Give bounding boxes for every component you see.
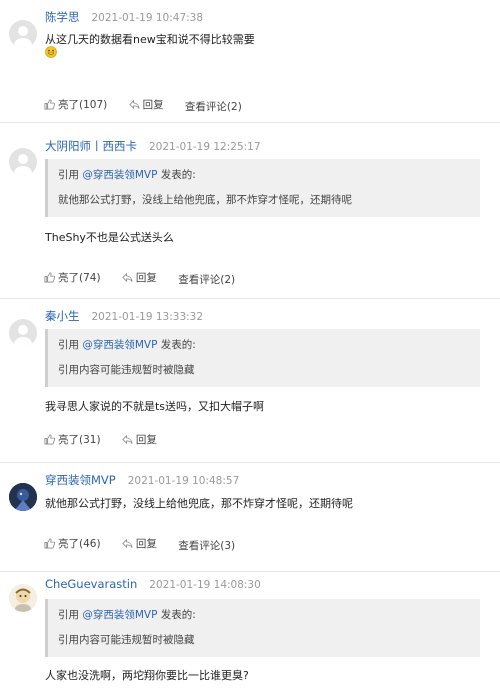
view-comments-link[interactable]: 查看评论(3) bbox=[178, 538, 235, 553]
reply-button[interactable]: 回复 bbox=[122, 536, 157, 551]
quote-header: 引用 @穿西装领MVP 发表的: bbox=[58, 609, 196, 621]
action-bar: 亮了(74) 回复 查看评论(2) bbox=[44, 270, 253, 287]
action-bar: 亮了(31) 回复 bbox=[44, 432, 175, 448]
avatar[interactable] bbox=[9, 20, 37, 48]
view-comments-link[interactable]: 查看评论(2) bbox=[178, 272, 235, 287]
comment-item: CheGuevarastin 2021-01-19 14:08:30 引用 @穿西… bbox=[0, 572, 500, 694]
quoted-user-link[interactable]: @穿西装领MVP bbox=[82, 169, 157, 181]
view-comments-link[interactable]: 查看评论(2) bbox=[185, 99, 242, 114]
username[interactable]: 大阴阳师丨西西卡 2021-01-19 12:25:17 bbox=[45, 138, 261, 154]
reply-arrow-icon bbox=[122, 538, 133, 549]
action-bar: 亮了(107) 回复 查看评论(2) bbox=[44, 97, 260, 114]
quoted-user-link[interactable]: @穿西装领MVP bbox=[82, 339, 157, 351]
avatar[interactable] bbox=[9, 148, 37, 176]
timestamp: 2021-01-19 10:47:38 bbox=[91, 12, 204, 24]
thumbs-up-icon bbox=[44, 538, 55, 549]
timestamp: 2021-01-19 10:48:57 bbox=[127, 475, 240, 487]
reply-arrow-icon bbox=[122, 434, 133, 445]
username[interactable]: 陈学思 2021-01-19 10:47:38 bbox=[45, 9, 203, 25]
avatar[interactable] bbox=[9, 584, 37, 612]
username[interactable]: 穿西装领MVP 2021-01-19 10:48:57 bbox=[45, 472, 239, 488]
quote-block: 引用 @穿西装领MVP 发表的: 引用内容可能违规暂时被隐藏 bbox=[45, 599, 480, 657]
comment-item: 秦小生 2021-01-19 13:33:32 引用 @穿西装领MVP 发表的: … bbox=[0, 299, 500, 463]
avatar[interactable] bbox=[9, 483, 37, 511]
timestamp: 2021-01-19 12:25:17 bbox=[149, 141, 261, 153]
comment-item: 大阴阳师丨西西卡 2021-01-19 12:25:17 引用 @穿西装领MVP … bbox=[0, 123, 500, 299]
like-button[interactable]: 亮了(74) bbox=[44, 270, 101, 285]
quote-header: 引用 @穿西装领MVP 发表的: bbox=[58, 169, 196, 181]
comment-text: TheShy不也是公式送头么 bbox=[45, 231, 174, 244]
thumbs-up-icon bbox=[44, 99, 55, 110]
quote-text: 引用内容可能违规暂时被隐藏 bbox=[58, 634, 195, 646]
comment-item: 陈学思 2021-01-19 10:47:38 从这几天的数据看new宝和说不得比… bbox=[0, 0, 500, 123]
username[interactable]: 秦小生 2021-01-19 13:33:32 bbox=[45, 308, 203, 324]
comment-text: 我寻思人家说的不就是ts送吗，又扣大帽子啊 bbox=[45, 400, 265, 413]
comment-text: 人家也没洗啊，两坨翔你要比一比谁更臭? bbox=[45, 669, 249, 682]
quoted-user-link[interactable]: @穿西装领MVP bbox=[82, 609, 157, 621]
quote-block: 引用 @穿西装领MVP 发表的: 引用内容可能违规暂时被隐藏 bbox=[45, 329, 480, 387]
reply-arrow-icon bbox=[128, 99, 140, 110]
reply-arrow-icon bbox=[122, 272, 133, 283]
comment-item: 穿西装领MVP 2021-01-19 10:48:57 就他那公式打野，没线上给他… bbox=[0, 463, 500, 572]
like-button[interactable]: 亮了(31) bbox=[44, 432, 101, 447]
comment-text: 就他那公式打野，没线上给他兜底，那不炸穿才怪呢，还期待呢 bbox=[45, 497, 353, 510]
thumbs-up-icon bbox=[44, 272, 55, 283]
timestamp: 2021-01-19 14:08:30 bbox=[149, 579, 261, 591]
comment-text: 从这几天的数据看new宝和说不得比较需要 bbox=[45, 33, 255, 46]
like-button[interactable]: 亮了(46) bbox=[44, 536, 101, 551]
thumbs-up-icon bbox=[44, 434, 55, 445]
action-bar: 亮了(46) 回复 查看评论(3) bbox=[44, 536, 253, 553]
quote-block: 引用 @穿西装领MVP 发表的: 就他那公式打野，没线上给他兜底，那不炸穿才怪呢… bbox=[45, 159, 480, 217]
timestamp: 2021-01-19 13:33:32 bbox=[91, 311, 204, 323]
reply-button[interactable]: 回复 bbox=[128, 97, 164, 112]
quote-text: 就他那公式打野，没线上给他兜底，那不炸穿才怪呢，还期待呢 bbox=[58, 194, 352, 206]
reply-button[interactable]: 回复 bbox=[122, 432, 157, 447]
like-button[interactable]: 亮了(107) bbox=[44, 97, 107, 112]
reply-button[interactable]: 回复 bbox=[122, 270, 157, 285]
quote-text: 引用内容可能违规暂时被隐藏 bbox=[58, 364, 195, 376]
avatar[interactable] bbox=[9, 319, 37, 347]
username[interactable]: CheGuevarastin 2021-01-19 14:08:30 bbox=[45, 577, 261, 591]
quote-header: 引用 @穿西装领MVP 发表的: bbox=[58, 339, 196, 351]
grin-emoji-icon bbox=[45, 46, 57, 58]
